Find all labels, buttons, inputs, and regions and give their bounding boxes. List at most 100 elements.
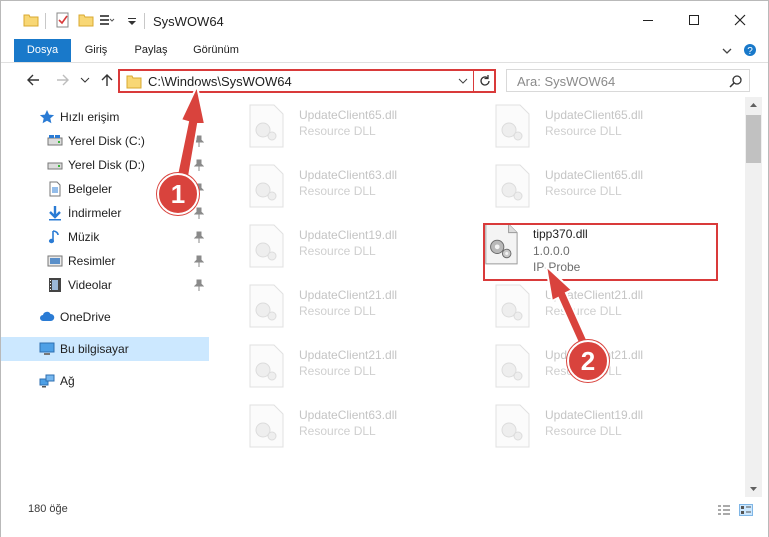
- chevron-down-icon[interactable]: [458, 76, 468, 86]
- ribbon-tabs: Dosya Giriş Paylaş Görünüm ?: [1, 39, 768, 63]
- file-description: Resource DLL: [545, 184, 622, 198]
- pin-icon: [194, 231, 204, 243]
- file-description: Resource DLL: [545, 424, 622, 438]
- file-name: UpdateClient65.dll: [299, 108, 398, 122]
- file-description: Resource DLL: [299, 184, 376, 198]
- file-name: UpdateClient63.dll: [299, 168, 398, 182]
- address-row: C:\Windows\SysWOW64 Ara: SysWOW64: [1, 63, 768, 97]
- minimize-button[interactable]: [625, 1, 671, 39]
- arrow-up-icon: [101, 74, 113, 86]
- explorer-window: SysWOW64 Dosya Giriş Paylaş Görünüm ? C:…: [0, 0, 769, 537]
- up-button[interactable]: [97, 70, 117, 90]
- sidebar-item-label: Müzik: [68, 230, 100, 244]
- scrollbar-thumb[interactable]: [746, 115, 761, 163]
- sidebar-item-label: Hızlı erişim: [60, 110, 120, 124]
- sidebar-item-network[interactable]: Ağ: [1, 369, 209, 393]
- file-item[interactable]: UpdateClient19.dll Resource DLL: [473, 397, 713, 455]
- forward-button[interactable]: [53, 70, 73, 90]
- file-list: UpdateClient65.dll Resource DLL UpdateCl…: [211, 97, 745, 497]
- sidebar-item-videos[interactable]: Videolar: [1, 273, 209, 297]
- dll-file-icon: [249, 344, 284, 388]
- dll-file-icon: [249, 224, 284, 268]
- file-name: UpdateClient19.dll: [299, 228, 398, 242]
- scroll-down-icon[interactable]: [749, 486, 758, 493]
- search-input[interactable]: Ara: SysWOW64: [506, 69, 750, 92]
- file-item[interactable]: UpdateClient65.dll Resource DLL: [227, 97, 467, 155]
- sidebar-item-this-pc[interactable]: Bu bilgisayar: [1, 337, 209, 361]
- file-description: Resource DLL: [545, 304, 622, 318]
- close-icon: [734, 14, 746, 26]
- sidebar-item-local-disk-c[interactable]: Yerel Disk (C:): [1, 129, 209, 153]
- tiles-view-icon[interactable]: [739, 504, 753, 516]
- cloud-icon: [40, 311, 55, 321]
- address-bar[interactable]: C:\Windows\SysWOW64: [118, 69, 496, 93]
- help-icon[interactable]: ?: [743, 43, 757, 57]
- network-icon: [39, 374, 55, 388]
- file-item[interactable]: UpdateClient63.dll Resource DLL: [227, 157, 467, 215]
- file-item[interactable]: UpdateClient63.dll Resource DLL: [227, 397, 467, 455]
- file-name: UpdateClient63.dll: [299, 408, 398, 422]
- sidebar-item-onedrive[interactable]: OneDrive: [1, 305, 209, 329]
- search-icon: [729, 75, 742, 88]
- pin-icon: [194, 279, 204, 291]
- downloads-icon: [49, 206, 61, 221]
- svg-text:?: ?: [747, 46, 753, 57]
- tab-file[interactable]: Dosya: [14, 39, 71, 62]
- file-description: Resource DLL: [299, 364, 376, 378]
- dll-file-icon: [249, 284, 284, 328]
- arrow-left-icon: [27, 74, 39, 86]
- file-item[interactable]: UpdateClient21.dll Resource DLL: [227, 277, 467, 335]
- file-item[interactable]: UpdateClient65.dll Resource DLL: [473, 157, 713, 215]
- drive-icon: [47, 162, 63, 170]
- close-button[interactable]: [717, 1, 763, 39]
- star-icon: [39, 110, 55, 124]
- title-bar: SysWOW64: [1, 1, 768, 39]
- sidebar-item-pictures[interactable]: Resimler: [1, 249, 209, 273]
- dll-file-icon: [495, 344, 530, 388]
- minimize-icon: [643, 20, 653, 21]
- file-name: UpdateClient21.dll: [545, 288, 644, 302]
- tab-share[interactable]: Paylaş: [126, 39, 176, 62]
- address-path: C:\Windows\SysWOW64: [148, 74, 292, 89]
- file-description: Resource DLL: [299, 244, 376, 258]
- back-button[interactable]: [23, 70, 43, 90]
- pictures-icon: [47, 255, 63, 267]
- step-badge-1: 1: [157, 173, 199, 215]
- search-placeholder: Ara: SysWOW64: [517, 74, 616, 89]
- dll-file-icon: [495, 404, 530, 448]
- sidebar-item-label: Bu bilgisayar: [60, 342, 129, 356]
- recent-locations-button[interactable]: [79, 70, 91, 90]
- file-description: Resource DLL: [299, 304, 376, 318]
- highlight-box: [483, 223, 718, 281]
- vertical-scrollbar[interactable]: [745, 97, 762, 497]
- sidebar-item-label: Yerel Disk (C:): [68, 134, 145, 148]
- sidebar-item-music[interactable]: Müzik: [1, 225, 209, 249]
- file-name: UpdateClient65.dll: [545, 168, 644, 182]
- scroll-up-icon[interactable]: [749, 101, 758, 108]
- dropdown-arrow-icon[interactable]: [127, 12, 137, 28]
- tab-home[interactable]: Giriş: [75, 39, 117, 62]
- file-item[interactable]: UpdateClient65.dll Resource DLL: [473, 97, 713, 155]
- customize-icon[interactable]: [99, 12, 115, 28]
- maximize-button[interactable]: [671, 1, 717, 39]
- details-view-icon[interactable]: [717, 504, 731, 516]
- file-description: Resource DLL: [545, 124, 622, 138]
- file-description: Resource DLL: [299, 424, 376, 438]
- properties-icon[interactable]: [55, 12, 71, 28]
- documents-icon: [49, 181, 61, 197]
- chevron-down-icon[interactable]: [721, 45, 733, 57]
- file-item[interactable]: UpdateClient21.dll Resource DLL: [473, 277, 713, 335]
- file-item[interactable]: UpdateClient21.dll Resource DLL: [227, 337, 467, 395]
- sidebar-item-quick-access[interactable]: Hızlı erişim: [1, 105, 209, 129]
- pin-icon: [194, 207, 204, 219]
- sidebar-item-label: Yerel Disk (D:): [68, 158, 145, 172]
- file-item[interactable]: UpdateClient19.dll Resource DLL: [227, 217, 467, 275]
- folder-icon[interactable]: [23, 12, 39, 28]
- sidebar-item-label: İndirmeler: [68, 206, 122, 220]
- refresh-icon[interactable]: [478, 74, 492, 88]
- new-folder-icon[interactable]: [78, 12, 94, 28]
- tab-view[interactable]: Görünüm: [185, 39, 247, 62]
- dll-file-icon: [249, 404, 284, 448]
- step-badge-2: 2: [567, 340, 609, 382]
- dll-file-icon: [495, 164, 530, 208]
